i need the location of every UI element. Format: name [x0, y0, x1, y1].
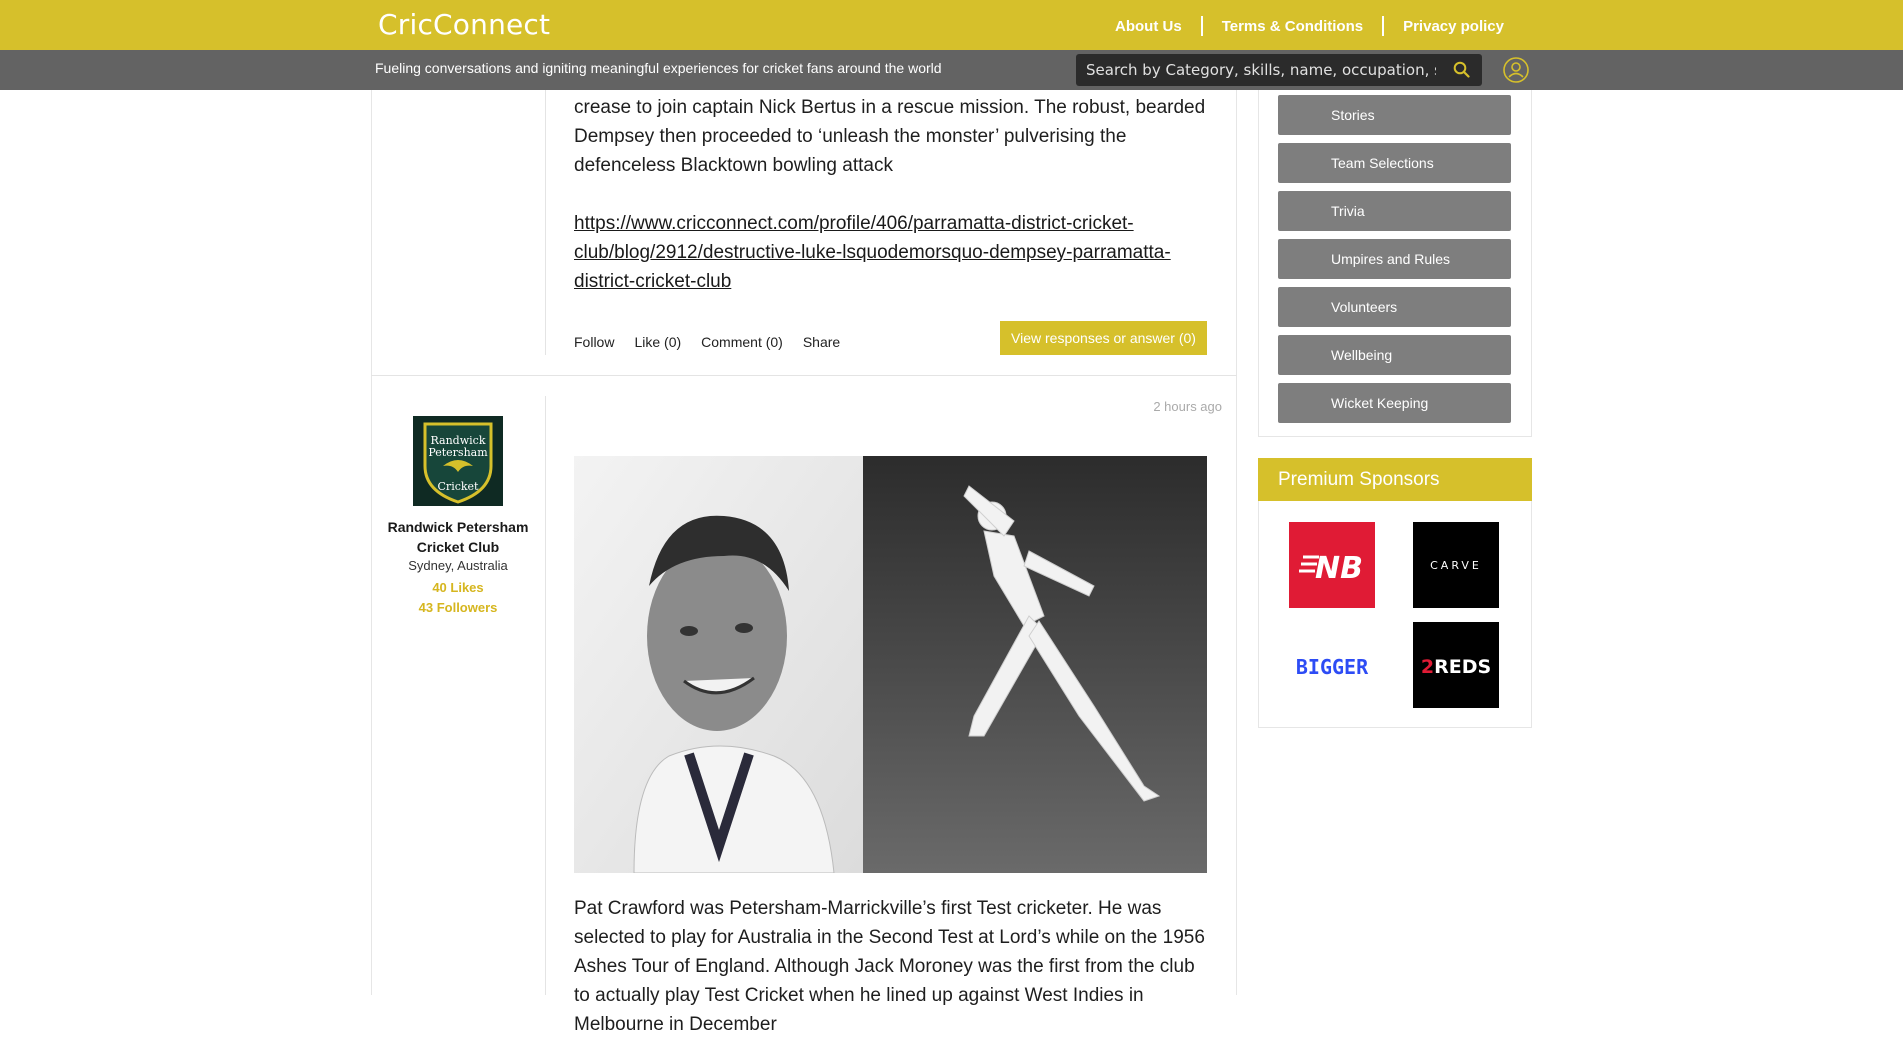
club-logo[interactable]: Randwick Petersham Cricket [413, 416, 503, 506]
svg-text:NB: NB [1315, 551, 1363, 586]
post-link[interactable]: https://www.cricconnect.com/profile/406/… [574, 209, 1214, 296]
logo[interactable]: CricConnect [378, 8, 550, 41]
category-wellbeing[interactable]: Wellbeing [1278, 335, 1511, 375]
svg-text:2REDS: 2REDS [1421, 656, 1491, 678]
search-icon[interactable] [1453, 61, 1470, 78]
sponsors-title: Premium Sponsors [1258, 458, 1532, 501]
view-responses-button[interactable]: View responses or answer (0) [1000, 321, 1207, 355]
sponsor-carve-logo[interactable]: CARVE [1413, 522, 1499, 608]
top-header: CricConnect About Us Terms & Conditions … [0, 0, 1903, 50]
tagline: Fueling conversations and igniting meani… [375, 60, 942, 76]
post-timestamp: 2 hours ago [1153, 399, 1222, 414]
post-divider [371, 375, 1237, 376]
post-actions: Follow Like (0) Comment (0) Share [574, 334, 840, 350]
nav-privacy[interactable]: Privacy policy [1384, 18, 1523, 35]
category-stories[interactable]: Stories [1278, 95, 1511, 135]
follow-button[interactable]: Follow [574, 334, 614, 350]
svg-text:Cricket: Cricket [438, 480, 480, 493]
user-account-icon[interactable] [1502, 56, 1530, 84]
category-trivia[interactable]: Trivia [1278, 191, 1511, 231]
search-input[interactable] [1086, 60, 1436, 80]
nav-terms[interactable]: Terms & Conditions [1203, 18, 1382, 35]
sponsor-2reds-logo[interactable]: 2REDS [1413, 622, 1499, 708]
svg-text:CARVE: CARVE [1430, 559, 1482, 572]
club-location: Sydney, Australia [408, 558, 508, 573]
club-name[interactable]: Randwick Petersham Cricket Club [380, 517, 536, 557]
category-umpires-and-rules[interactable]: Umpires and Rules [1278, 239, 1511, 279]
club-followers: 43 Followers [418, 600, 498, 615]
search-box [1076, 54, 1482, 86]
svg-text:Petersham: Petersham [428, 446, 488, 459]
divider [545, 90, 546, 355]
category-team-selections[interactable]: Team Selections [1278, 143, 1511, 183]
nav-about-us[interactable]: About Us [1096, 18, 1201, 35]
club-likes: 40 Likes [432, 580, 484, 595]
category-wicket-keeping[interactable]: Wicket Keeping [1278, 383, 1511, 423]
top-nav: About Us Terms & Conditions Privacy poli… [1096, 16, 1523, 36]
share-button[interactable]: Share [803, 334, 840, 350]
category-volunteers[interactable]: Volunteers [1278, 287, 1511, 327]
like-button[interactable]: Like (0) [634, 334, 681, 350]
sub-header: Fueling conversations and igniting meani… [0, 50, 1903, 90]
sponsor-bigger-logo[interactable]: BIGGER [1289, 622, 1375, 708]
post-body: Pat Crawford was Petersham-Marrickville’… [574, 898, 1205, 1035]
sponsor-new-balance-logo[interactable]: NB [1289, 522, 1375, 608]
svg-text:BIGGER: BIGGER [1296, 655, 1369, 679]
comment-button[interactable]: Comment (0) [701, 334, 783, 350]
post-body: crease to join captain Nick Bertus in a … [574, 97, 1206, 176]
divider [545, 396, 546, 995]
post-image[interactable] [574, 456, 1207, 873]
